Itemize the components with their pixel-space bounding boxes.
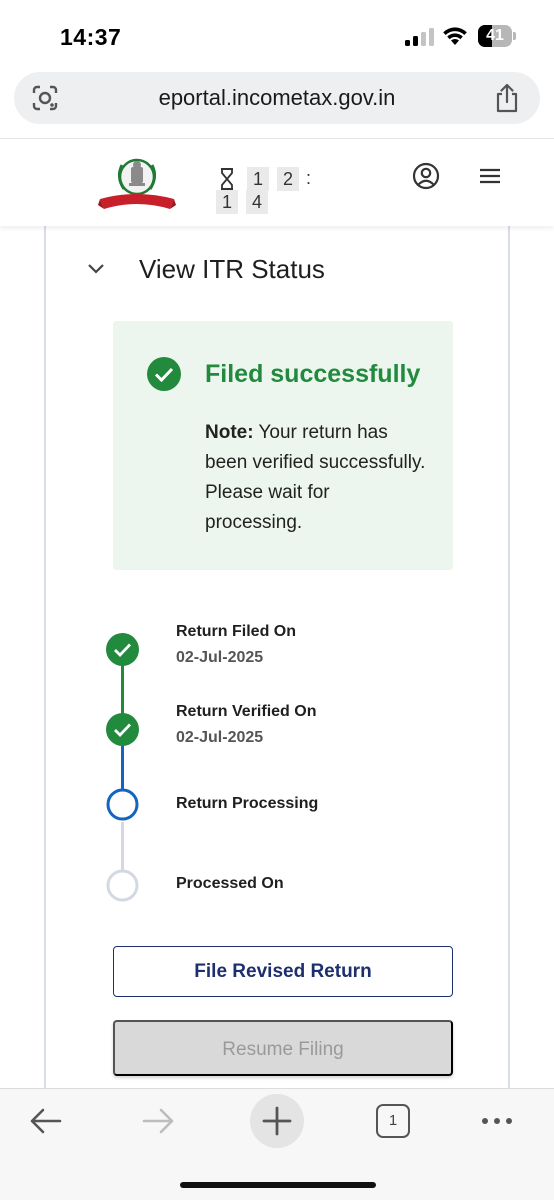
timeline-step-date: 02-Jul-2025 <box>176 649 264 666</box>
address-bar[interactable]: eportal.incometax.gov.in <box>14 72 540 124</box>
section-title[interactable]: View ITR Status <box>139 254 325 285</box>
check-circle-icon <box>147 357 181 391</box>
url-text[interactable]: eportal.incometax.gov.in <box>84 85 470 111</box>
status-bar: 14:37 41 <box>0 0 554 66</box>
timeline-connector <box>121 662 124 717</box>
more-options-icon[interactable] <box>480 1112 514 1130</box>
chevron-down-icon[interactable] <box>86 262 106 276</box>
session-timer-digit: 1 <box>216 190 238 214</box>
cellular-signal-icon <box>405 28 435 46</box>
battery-icon: 41 <box>478 25 516 47</box>
timeline-step-complete-icon <box>106 713 139 746</box>
session-timer-digit: 4 <box>246 190 268 214</box>
note-label: Note: <box>205 422 254 443</box>
timeline-step-pending-icon <box>106 869 139 902</box>
timeline-step-label: Processed On <box>176 875 284 892</box>
home-indicator <box>180 1182 376 1188</box>
session-timer-separator: : <box>306 168 312 188</box>
status-note: Note: Your return has been verified succ… <box>205 418 430 538</box>
status-time: 14:37 <box>60 24 122 50</box>
resume-filing-button[interactable]: Resume Filing <box>113 1020 453 1076</box>
status-title: Filed successfully <box>205 360 421 388</box>
session-timer-digit: 1 <box>247 167 269 191</box>
hourglass-icon <box>221 168 233 190</box>
timeline-step-label: Return Verified On <box>176 703 317 720</box>
timeline-step-label: Return Filed On <box>176 623 296 640</box>
file-revised-return-button[interactable]: File Revised Return <box>113 946 453 997</box>
timeline-step-date: 02-Jul-2025 <box>176 729 264 746</box>
hamburger-menu-icon[interactable] <box>479 167 501 185</box>
new-tab-button[interactable] <box>250 1094 304 1148</box>
back-arrow-icon[interactable] <box>28 1106 62 1136</box>
wifi-icon <box>443 27 467 45</box>
plus-icon <box>262 1106 292 1136</box>
income-tax-department-logo[interactable] <box>98 153 176 215</box>
timeline-step-complete-icon <box>106 633 139 666</box>
google-lens-icon[interactable] <box>32 85 58 111</box>
timeline-step-label: Return Processing <box>176 795 319 812</box>
session-timer-digit: 2 <box>277 167 299 191</box>
tabs-button[interactable]: 1 <box>376 1104 410 1138</box>
profile-icon[interactable] <box>412 162 440 190</box>
forward-arrow-icon[interactable] <box>142 1106 176 1136</box>
battery-level-text: 41 <box>486 27 504 44</box>
timeline-step-current-icon <box>106 788 139 821</box>
share-icon[interactable] <box>494 83 520 113</box>
